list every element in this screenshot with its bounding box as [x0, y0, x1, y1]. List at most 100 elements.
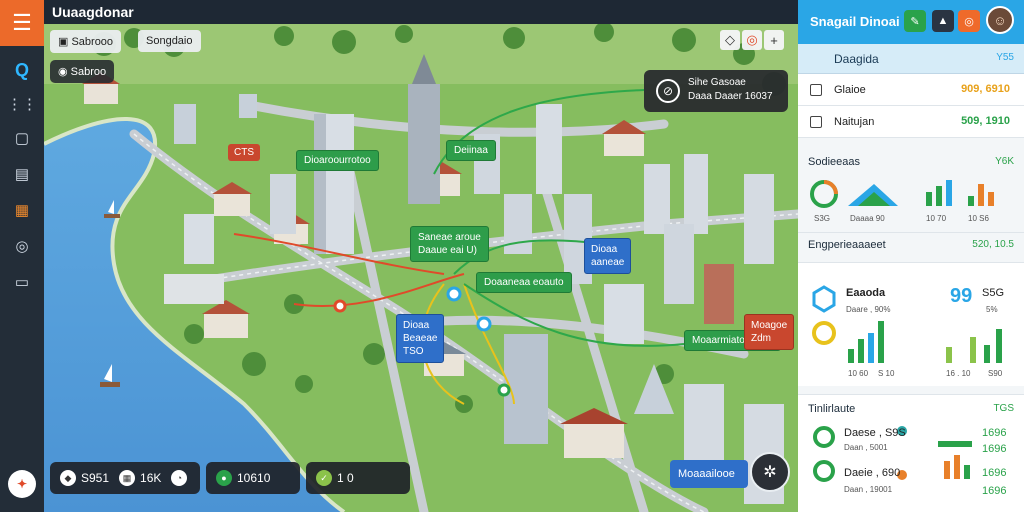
section1-icons [810, 180, 994, 208]
hamburger-menu-icon[interactable]: ☰ [0, 0, 44, 46]
stat-coins-value: S951 [81, 471, 110, 485]
power-icon[interactable]: ✦ [8, 470, 36, 498]
tab-label: Daagida [834, 52, 879, 66]
map-label-red-2[interactable]: Moagoe Zdm [744, 314, 795, 350]
stats-panel: Snagail Dinoai ✎ ▲ ◎ ☺ Daagida Y55 Glaio… [798, 0, 1024, 512]
stat-pop-value: 16K [140, 471, 162, 485]
item-label: Daese , S9S [844, 427, 906, 439]
mini-label: S3G [814, 214, 831, 223]
corner-badge[interactable]: Moaaailooe [670, 460, 748, 488]
stat-eco: ✓ 1 0 [316, 470, 354, 486]
document-icon[interactable]: ▤ [10, 162, 34, 186]
panel-title: Snagail Dinoai [810, 14, 900, 29]
mini-label: S 10 [878, 369, 895, 378]
recycle-button[interactable]: ▲ [932, 10, 954, 32]
item-value: 1696 [982, 427, 1007, 439]
app-title: Uuaagdonar [52, 4, 134, 20]
section-engperieaaaeet: Engperieaaaeet 520, 10.5 [798, 232, 1024, 260]
label-line: Dioaa [403, 320, 430, 331]
tab-value: Y55 [996, 52, 1014, 63]
building-icon[interactable]: ▦ [10, 198, 34, 222]
stat-coins: ◆ S951 [60, 470, 109, 486]
info-tooltip: ⊘ Sihe Gasoae Daaa Daaer 16037 [644, 70, 788, 112]
search-icon[interactable]: Q [10, 58, 34, 82]
leaf-icon: ● [216, 470, 232, 486]
label-line: aaneae [591, 257, 625, 268]
mode-chip[interactable]: ◉ Sabroo [50, 60, 115, 83]
mini-label: S90 [988, 369, 1003, 378]
calendar-icon: ▣ [58, 36, 72, 48]
item-sub: Daan , 19001 [844, 485, 893, 494]
stat-pop: ▦ 16K [119, 470, 161, 486]
item-sub: Daan , 5001 [844, 443, 888, 452]
mini-label: Daaaa 90 [850, 214, 885, 223]
tab-sabrooo[interactable]: ▣ Sabrooo [50, 30, 122, 53]
tab-songdaio[interactable]: Songdaio [138, 30, 201, 52]
section-sodieeaas: Sodieeaas Y6K S3G Daaaa 90 10 70 10 S6 [798, 148, 1024, 232]
big-number-sub: S5G [982, 287, 1005, 299]
label-line: Dioaa [591, 244, 618, 255]
mini-label: 10 70 [926, 214, 947, 223]
item-value: 1696 [982, 485, 1007, 497]
settings-icon[interactable]: ◎ [10, 234, 34, 258]
eco-icon: ✓ [316, 470, 332, 486]
resource-right: ✓ 1 0 [306, 462, 410, 494]
mini-label: 16 . 10 [946, 369, 971, 378]
title-bar: Uuaagdonar [44, 0, 798, 24]
map-label-green-3[interactable]: Saneae aroue Daaue eai U) [410, 226, 489, 262]
item-value: 1696 [982, 467, 1007, 479]
tab-daagida[interactable]: Daagida Y55 [798, 44, 1024, 74]
checkbox[interactable] [810, 84, 822, 96]
grid-dots-icon[interactable]: ⋮⋮ [7, 92, 37, 116]
city-map[interactable]: ▣ Sabrooo Songdaio ◉ Sabroo ◇ ◎ + Dioaro… [44, 24, 798, 512]
stat-energy: ● 10610 [216, 470, 270, 486]
map-label-green-1[interactable]: Dioaroourrotoo [296, 150, 379, 171]
compass-icon[interactable]: ✲ [750, 452, 790, 492]
label-line: TSO [403, 346, 424, 357]
map-label-blue-1[interactable]: Dioaa aaneae [584, 238, 632, 274]
timer-icon: ◔ [171, 470, 188, 486]
clock-icon: ⊘ [656, 79, 680, 103]
label-line: Moagoe [751, 320, 788, 331]
toggle-icon: ◉ [58, 66, 71, 78]
mini-label: 10 60 [848, 369, 869, 378]
item-label: Daeie , 690 [844, 467, 901, 479]
map-label-blue-2[interactable]: Dioaa Beaeae TSO [396, 314, 445, 363]
big-number-sub2: 5% [986, 305, 998, 314]
map-label-green-2[interactable]: Deiinaa [446, 140, 496, 161]
row-label: Glaioe [834, 84, 866, 96]
section-sub: Daare , 90% [846, 305, 891, 314]
record-control[interactable]: ◎ [742, 30, 762, 50]
add-control[interactable]: + [764, 30, 784, 50]
map-icon[interactable]: ▢ [10, 126, 34, 150]
stat-energy-value: 10610 [237, 471, 271, 485]
tab-songdaio-label: Songdaio [146, 35, 193, 47]
tooltip-line2: Daaa Daaer 16037 [688, 91, 773, 102]
label-line: Beaeae [403, 333, 438, 344]
grid-icon: ▦ [119, 470, 136, 486]
alert-button[interactable]: ◎ [958, 10, 980, 32]
eco-button[interactable]: ✎ [904, 10, 926, 32]
list-item[interactable]: Naitujan 509, 1910 [798, 106, 1024, 138]
resource-bar: ◆ S951 ▦ 16K ◔ [50, 462, 200, 494]
stat-time: ◔ [171, 470, 192, 486]
zoom-control[interactable]: ◇ [720, 30, 740, 50]
tooltip-line1: Sihe Gasoae [688, 77, 746, 88]
checkbox[interactable] [810, 116, 822, 128]
section-title: Eaaoda [846, 287, 886, 299]
stat-eco-value: 1 0 [337, 471, 354, 485]
map-label-green-4[interactable]: Doaaneaa eoauto [476, 272, 572, 293]
section-title: Engperieaaaeet [808, 239, 886, 251]
row-value: 909, 6910 [961, 83, 1010, 95]
section-tinlirlaute: Tinlirlaute TGS Daese , S9S Daan , 5001 … [798, 394, 1024, 512]
map-label-red[interactable]: CTS [228, 144, 260, 161]
panel-header: Snagail Dinoai ✎ ▲ ◎ ☺ [798, 0, 1024, 44]
label-line: Zdm [751, 333, 771, 344]
section-eaaoda: Eaaoda Daare , 90% 99 S5G 5% 10 60 S 10 … [798, 262, 1024, 386]
avatar[interactable]: ☺ [986, 6, 1014, 34]
layers-icon[interactable]: ▭ [10, 270, 34, 294]
section-value: 520, 10.5 [972, 239, 1014, 250]
resource-mid: ● 10610 [206, 462, 300, 494]
big-number: 99 [950, 285, 973, 307]
list-item[interactable]: Glaioe 909, 6910 [798, 74, 1024, 106]
